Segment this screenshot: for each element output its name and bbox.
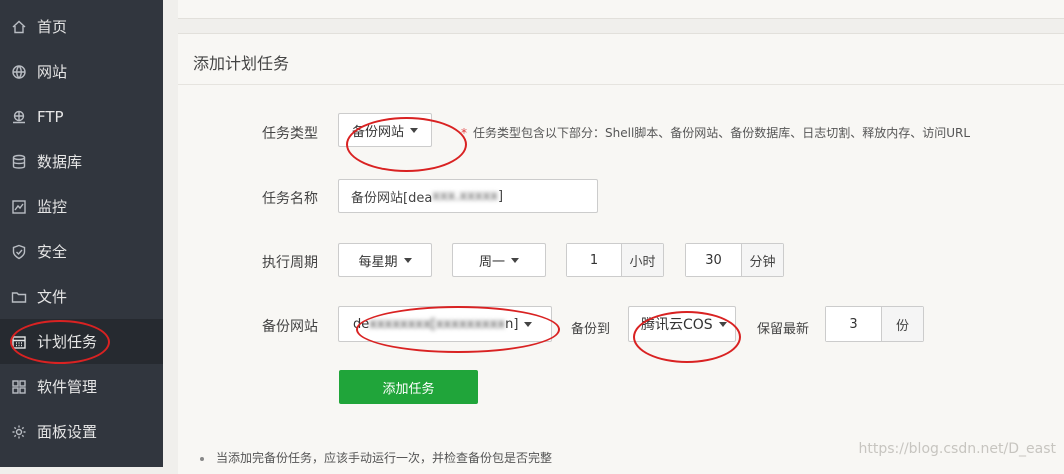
task-name-label: 任务名称 [262,191,318,207]
home-icon [9,17,29,37]
backup-site-blurred: xxxxxxxx[xxxxxxxxx [369,316,506,332]
sidebar-item-label: 软件管理 [37,378,98,396]
required-star: * [461,126,467,140]
panel-title: 添加计划任务 [193,54,290,73]
sidebar-item-label: FTP [37,107,64,126]
backup-to-label: 备份到 [571,322,611,337]
bullet-icon [200,456,204,461]
sidebar-item-label: 面板设置 [37,423,98,441]
weekday-value: 周一 [478,254,505,270]
task-name-value: 备份网站[dea [351,190,433,206]
backup-site-suffix: n] [505,316,519,332]
sidebar-item-database[interactable]: 数据库 [0,139,163,184]
sidebar-item-label: 监控 [37,198,68,216]
hour-input[interactable]: 1 [567,244,622,276]
sidebar-item-label: 安全 [37,243,68,261]
caret-down-icon [403,257,412,263]
sidebar-item-settings[interactable]: 面板设置 [0,409,163,454]
folder-icon [9,287,29,307]
minute-input-group: 30 分钟 [685,243,784,277]
task-type-value: 备份网站 [351,124,404,140]
task-type-label: 任务类型 [262,126,318,142]
backup-destination-value: 腾讯云COS [641,317,713,333]
weekday-select[interactable]: 周一 [452,243,546,277]
keep-count-group: 3 份 [825,306,924,342]
task-name-blurred: xxx.xxxxx [432,188,498,204]
sidebar-item-label: 计划任务 [37,333,98,351]
sidebar-item-files[interactable]: 文件 [0,274,163,319]
keep-count-input[interactable]: 3 [826,307,882,341]
ftp-icon [9,107,29,127]
period-label: 执行周期 [262,255,318,271]
sidebar-item-label: 文件 [37,288,68,306]
caret-down-icon [511,257,519,263]
sidebar-item-label: 网站 [37,63,68,81]
add-cron-panel: 添加计划任务 任务类型 备份网站 * 任务类型包含以下部分：Shell脚本、备份网… [178,33,1064,474]
panel-divider [178,84,1064,85]
sidebar-item-monitor[interactable]: 监控 [0,184,163,229]
frequency-value: 每星期 [358,254,398,270]
caret-down-icon [718,321,727,327]
task-type-hint-text: 任务类型包含以下部分：Shell脚本、备份网站、备份数据库、日志切割、释放内存、… [473,126,971,140]
monitor-icon [9,197,29,217]
sidebar-item-software[interactable]: 软件管理 [0,364,163,409]
task-type-hint: * 任务类型包含以下部分：Shell脚本、备份网站、备份数据库、日志切割、释放内存… [461,124,970,141]
gear-icon [9,422,29,442]
sidebar-item-ftp[interactable]: FTP [0,94,163,139]
backup-site-select[interactable]: de xxxxxxxx[xxxxxxxxx n] [338,306,552,342]
backup-site-value: de [353,316,370,332]
usage-note-text: 当添加完备份任务，应该手动运行一次，并检查备份包是否完整 [216,451,553,465]
sidebar-item-cron[interactable]: 计划任务 [0,319,163,364]
caret-down-icon [410,127,418,133]
sidebar-item-security[interactable]: 安全 [0,229,163,274]
keep-latest-label: 保留最新 [757,322,810,337]
sidebar-item-home[interactable]: 首页 [0,4,163,49]
sidebar-item-label: 数据库 [37,153,83,171]
shield-icon [9,242,29,262]
watermark: https://blog.csdn.net/D_east [858,441,1056,457]
previous-panel [178,0,1064,19]
add-task-button[interactable]: 添加任务 [339,370,478,404]
minute-unit: 分钟 [742,244,783,276]
hour-unit: 小时 [622,244,663,276]
calendar-icon [9,332,29,352]
caret-down-icon [524,321,533,327]
keep-count-unit: 份 [882,307,923,341]
globe-icon [9,62,29,82]
database-icon [9,152,29,172]
sidebar-item-label: 首页 [37,18,68,36]
backup-site-label: 备份网站 [262,319,318,335]
sidebar-item-websites[interactable]: 网站 [0,49,163,94]
task-name-suffix: ] [497,188,504,204]
sidebar: 首页 网站 FTP 数据库 监控 安全 文件 计划任务 软件管理 面板设置 [0,0,163,467]
usage-note: 当添加完备份任务，应该手动运行一次，并检查备份包是否完整 [200,449,552,466]
task-name-input[interactable]: 备份网站[dea xxx.xxxxx] [338,179,598,213]
hour-input-group: 1 小时 [566,243,664,277]
grid-icon [9,377,29,397]
minute-input[interactable]: 30 [686,244,742,276]
frequency-select[interactable]: 每星期 [338,243,432,277]
backup-destination-select[interactable]: 腾讯云COS [628,306,736,342]
task-type-select[interactable]: 备份网站 [338,113,432,147]
